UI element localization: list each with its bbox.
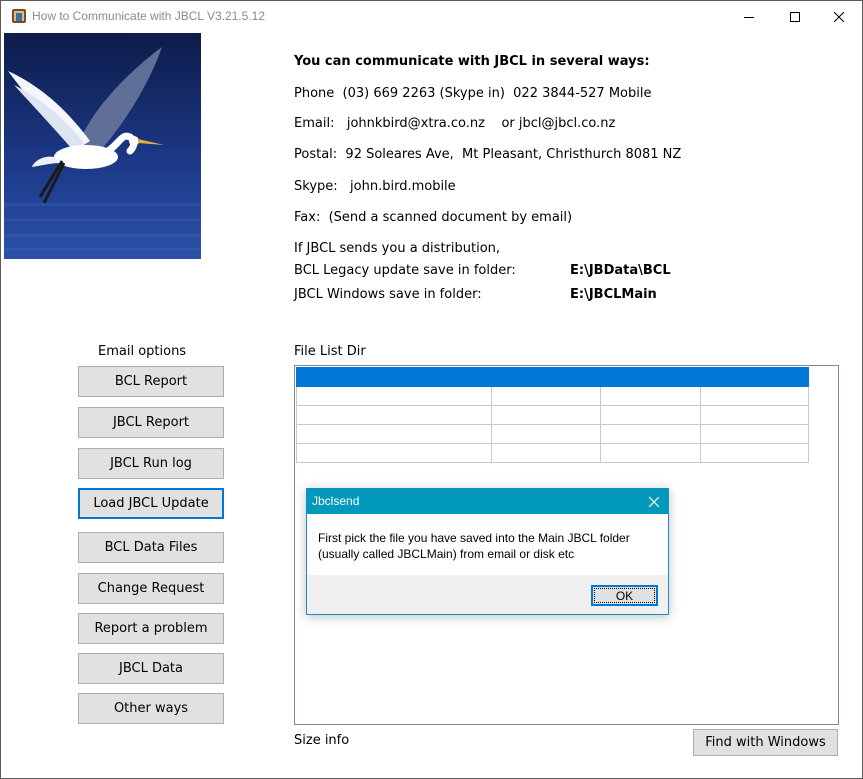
windows-folder-label: JBCL Windows save in folder: (294, 287, 482, 302)
jbcl-report-button[interactable]: JBCL Report (78, 407, 224, 438)
maximize-button[interactable] (772, 1, 818, 32)
postal-text: Postal: 92 Soleares Ave, Mt Pleasant, Ch… (294, 147, 682, 162)
contact-heading: You can communicate with JBCL in several… (294, 54, 650, 69)
phone-text: Phone (03) 669 2263 (Skype in) 022 3844-… (294, 86, 652, 101)
close-icon (834, 11, 844, 22)
email-options-label: Email options (98, 344, 187, 359)
jbcl-run-log-button[interactable]: JBCL Run log (78, 448, 224, 479)
table-row[interactable] (296, 424, 809, 444)
legacy-folder-label: BCL Legacy update save in folder: (294, 263, 516, 278)
minimize-icon (744, 16, 754, 18)
table-row[interactable] (296, 386, 809, 406)
dialog-close-icon[interactable] (646, 494, 662, 510)
other-ways-button[interactable]: Other ways (78, 693, 224, 724)
title-bar[interactable]: How to Communicate with JBCL V3.21.5.12 (1, 1, 862, 32)
file-list-table[interactable] (296, 367, 809, 463)
change-request-button[interactable]: Change Request (78, 573, 224, 604)
dialog-footer: OK (307, 575, 668, 614)
main-window: How to Communicate with JBCL V3.21.5.12 (0, 0, 863, 779)
dialog-message-line-2: (usually called JBCLMain) from email or … (318, 547, 575, 561)
email-text: Email: johnkbird@xtra.co.nz or jbcl@jbcl… (294, 116, 616, 131)
table-row-selected[interactable] (296, 367, 809, 387)
legacy-folder-path: E:\JBData\BCL (570, 263, 671, 278)
minimize-button[interactable] (726, 1, 772, 32)
find-with-windows-button[interactable]: Find with Windows (693, 729, 838, 756)
table-row[interactable] (296, 405, 809, 425)
load-jbcl-update-button[interactable]: Load JBCL Update (78, 488, 224, 519)
app-icon (11, 8, 27, 24)
jbclsend-dialog: Jbclsend First pick the file you have sa… (306, 488, 669, 615)
window-title: How to Communicate with JBCL V3.21.5.12 (32, 9, 265, 23)
table-row[interactable] (296, 443, 809, 463)
report-problem-button[interactable]: Report a problem (78, 613, 224, 644)
skype-text: Skype: john.bird.mobile (294, 179, 456, 194)
windows-folder-path: E:\JBCLMain (570, 287, 657, 302)
dialog-title-bar[interactable]: Jbclsend (307, 489, 668, 514)
ok-button[interactable]: OK (591, 585, 658, 606)
dialog-title: Jbclsend (312, 494, 360, 508)
size-info-label: Size info (294, 733, 350, 748)
jbcl-data-button[interactable]: JBCL Data (78, 653, 224, 684)
maximize-icon (790, 11, 800, 22)
bcl-report-button[interactable]: BCL Report (78, 366, 224, 397)
dialog-message-line-1: First pick the file you have saved into … (318, 531, 630, 545)
file-list-label: File List Dir (294, 344, 366, 359)
egret-photo (4, 33, 201, 259)
distribution-text: If JBCL sends you a distribution, (294, 241, 501, 256)
dialog-message: First pick the file you have saved into … (318, 530, 658, 562)
bcl-data-files-button[interactable]: BCL Data Files (78, 532, 224, 563)
fax-text: Fax: (Send a scanned document by email) (294, 210, 573, 225)
close-button[interactable] (816, 1, 862, 32)
